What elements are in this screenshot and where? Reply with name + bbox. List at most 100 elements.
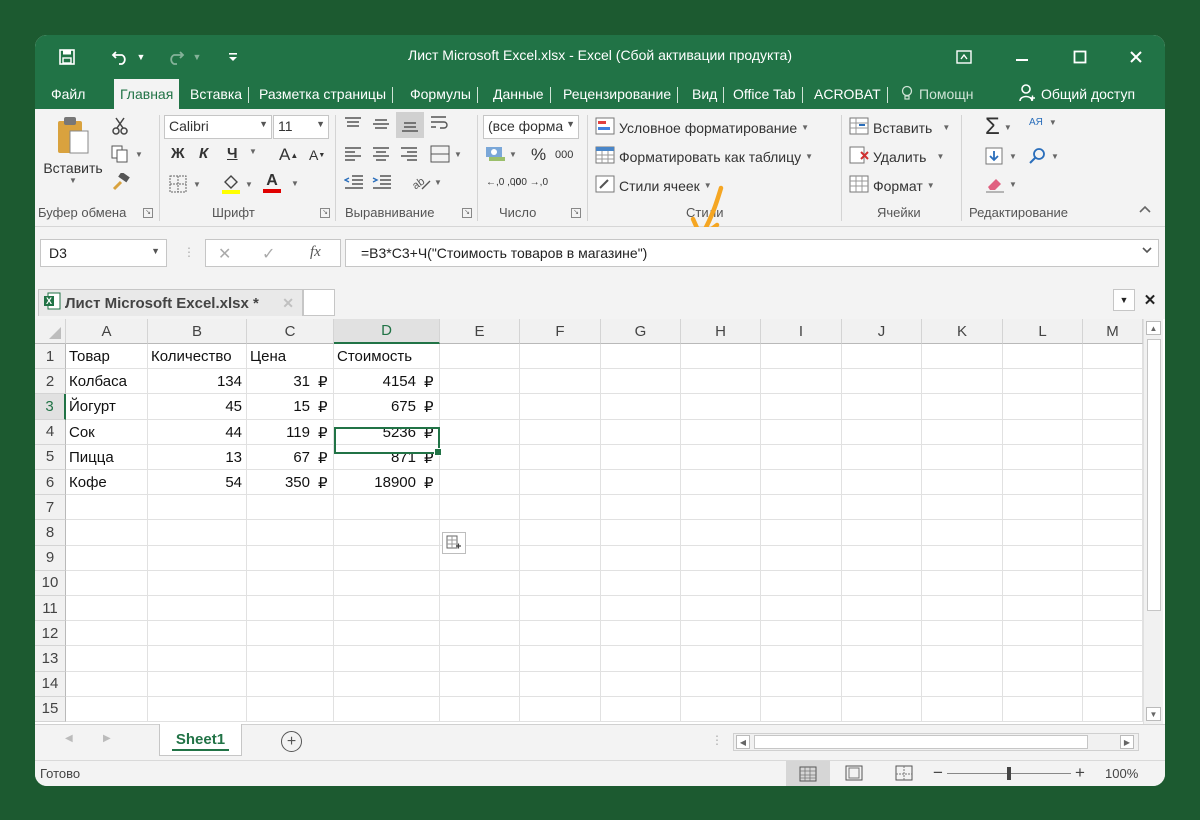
cell[interactable] — [681, 495, 761, 521]
cell[interactable] — [922, 596, 1003, 622]
cell[interactable] — [761, 444, 842, 470]
cell[interactable] — [922, 520, 1003, 546]
decrease-decimal-button[interactable]: ,00 →,0 — [513, 177, 548, 188]
merge-center-icon[interactable]: ▼ — [430, 145, 462, 163]
cell[interactable] — [922, 570, 1003, 596]
cell[interactable] — [842, 520, 922, 546]
row-header-12[interactable]: 12 — [35, 621, 66, 647]
sheet-scroll-right-icon[interactable]: ▶ — [103, 733, 111, 744]
cell[interactable] — [601, 671, 681, 697]
borders-icon[interactable]: ▼ — [169, 175, 201, 193]
cell[interactable] — [1003, 444, 1083, 470]
close-document-icon[interactable]: ✕ — [1139, 289, 1161, 311]
cell[interactable] — [520, 545, 601, 571]
cancel-icon[interactable]: ✕ — [218, 244, 231, 264]
align-left-icon[interactable] — [344, 147, 362, 161]
cell[interactable] — [842, 470, 922, 496]
tab-data[interactable]: Данные — [487, 79, 551, 109]
align-center-icon[interactable] — [372, 147, 390, 161]
cell[interactable] — [1083, 344, 1143, 370]
font-launcher-icon[interactable]: ↘ — [320, 208, 330, 218]
cell[interactable] — [247, 596, 334, 622]
cell[interactable] — [440, 344, 520, 370]
cell[interactable] — [842, 369, 922, 395]
cell[interactable] — [1003, 344, 1083, 370]
cell[interactable] — [520, 444, 601, 470]
paste-options-icon[interactable] — [442, 532, 466, 554]
cell[interactable] — [66, 495, 148, 521]
row-header-8[interactable]: 8 — [35, 520, 66, 546]
cell[interactable] — [842, 419, 922, 445]
cell[interactable] — [440, 621, 520, 647]
cell[interactable] — [922, 621, 1003, 647]
cell[interactable] — [247, 495, 334, 521]
horizontal-scrollbar[interactable]: ◀ ▶ — [733, 733, 1139, 751]
tell-me-search[interactable]: Помощн — [895, 79, 980, 109]
close-icon[interactable] — [1119, 35, 1153, 79]
vertical-scrollbar[interactable]: ▲ ▼ — [1143, 319, 1163, 724]
conditional-formatting-button[interactable]: Условное форматирование ▼ — [595, 117, 809, 138]
cell[interactable] — [842, 596, 922, 622]
sort-filter-button[interactable]: АЯ ▼ — [1029, 117, 1057, 128]
cell[interactable] — [148, 671, 247, 697]
cell[interactable] — [1003, 520, 1083, 546]
cell[interactable] — [922, 646, 1003, 672]
cell[interactable] — [681, 394, 761, 420]
cell[interactable] — [440, 495, 520, 521]
cell[interactable] — [761, 495, 842, 521]
cell[interactable] — [334, 621, 440, 647]
sheet-scroll-left-icon[interactable]: ◀ — [65, 733, 73, 744]
cell[interactable] — [601, 419, 681, 445]
row-header-10[interactable]: 10 — [35, 570, 66, 596]
cell[interactable] — [520, 495, 601, 521]
cell[interactable] — [601, 696, 681, 722]
cell[interactable] — [601, 596, 681, 622]
cell[interactable] — [761, 344, 842, 370]
bold-button[interactable]: Ж — [171, 145, 185, 162]
cell[interactable] — [761, 570, 842, 596]
cell[interactable] — [247, 545, 334, 571]
autosum-button[interactable]: Σ ▼ — [985, 113, 1012, 141]
comma-style-button[interactable]: 000 — [555, 149, 573, 161]
cell[interactable] — [334, 520, 440, 546]
cell[interactable] — [1083, 671, 1143, 697]
font-color-dropdown-icon[interactable]: ▼ — [291, 179, 299, 188]
cell[interactable] — [761, 621, 842, 647]
cell[interactable] — [842, 394, 922, 420]
cell[interactable] — [1003, 596, 1083, 622]
cell[interactable] — [681, 570, 761, 596]
cell[interactable] — [66, 545, 148, 571]
cell[interactable] — [922, 344, 1003, 370]
cell[interactable] — [148, 596, 247, 622]
row-header-13[interactable]: 13 — [35, 646, 66, 672]
tab-office-tab[interactable]: Office Tab — [727, 79, 803, 109]
undo-icon[interactable] — [107, 35, 133, 79]
percent-button[interactable]: % — [531, 145, 546, 165]
cell[interactable] — [334, 596, 440, 622]
cell[interactable] — [520, 394, 601, 420]
tab-view[interactable]: Вид — [686, 79, 725, 109]
cell[interactable] — [842, 646, 922, 672]
align-top-icon[interactable] — [344, 117, 362, 131]
cell[interactable] — [148, 696, 247, 722]
cell[interactable] — [681, 696, 761, 722]
number-launcher-icon[interactable]: ↘ — [571, 208, 581, 218]
cell[interactable] — [601, 621, 681, 647]
share-button[interactable]: Общий доступ — [1013, 79, 1141, 109]
horizontal-scroll-thumb[interactable] — [754, 735, 1088, 749]
cell[interactable] — [681, 621, 761, 647]
tab-file[interactable]: Файл — [45, 79, 91, 109]
clear-icon[interactable]: ▼ — [985, 175, 1017, 193]
close-icon[interactable]: ✕ — [282, 295, 294, 312]
row-header-6[interactable]: 6 — [35, 470, 66, 496]
zoom-slider[interactable] — [947, 767, 1071, 780]
cell[interactable] — [922, 671, 1003, 697]
scroll-left-icon[interactable]: ◀ — [736, 735, 750, 749]
cell[interactable] — [440, 671, 520, 697]
cell[interactable] — [1003, 369, 1083, 395]
cell[interactable] — [922, 696, 1003, 722]
cell[interactable] — [520, 520, 601, 546]
cell[interactable] — [842, 621, 922, 647]
column-header-b[interactable]: B — [148, 319, 247, 344]
column-header-d[interactable]: D — [334, 319, 440, 344]
